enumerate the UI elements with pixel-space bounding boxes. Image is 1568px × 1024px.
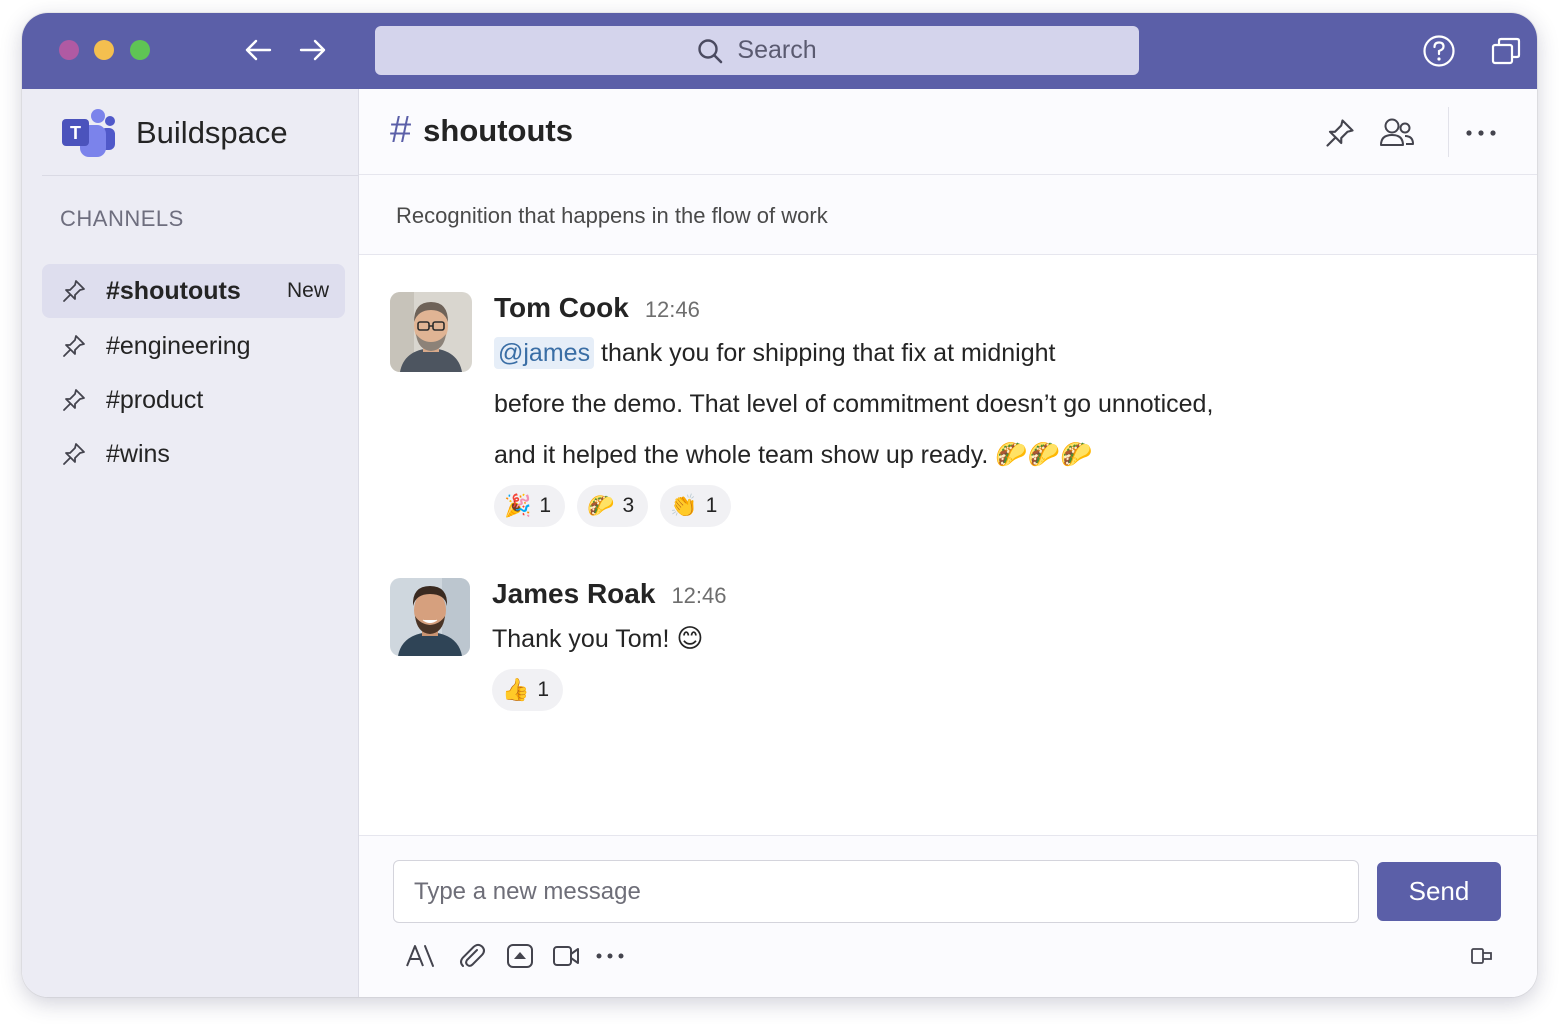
message-author[interactable]: Tom Cook: [494, 292, 629, 324]
help-button[interactable]: [1421, 33, 1457, 69]
composer: Send: [359, 835, 1537, 997]
taco-emoji-icon: 🌮: [587, 493, 615, 519]
message-body: James Roak 12:46 Thank you Tom! 😊 👍 1: [492, 578, 727, 711]
reaction-clap[interactable]: 👏 1: [660, 485, 732, 527]
message-text: and it helped the whole team show up rea…: [494, 441, 989, 469]
search-bar[interactable]: Search: [375, 26, 1139, 75]
header-divider: [1448, 107, 1449, 157]
pin-icon: [62, 279, 86, 303]
channel-header: # shoutouts: [359, 89, 1537, 175]
channel-label: #shoutouts: [106, 276, 241, 305]
more-icon: [596, 953, 624, 959]
channel-label: #wins: [106, 439, 170, 468]
more-tools-button[interactable]: [593, 939, 627, 973]
sidebar-item-shoutouts[interactable]: #shoutouts New: [42, 264, 345, 318]
reaction-party[interactable]: 🎉 1: [494, 485, 566, 527]
participants-button[interactable]: [1379, 115, 1415, 151]
pin-icon: [62, 388, 86, 412]
channel-description: Recognition that happens in the flow of …: [396, 203, 828, 228]
sidebar-item-wins[interactable]: #wins: [42, 427, 345, 481]
search-icon: [698, 38, 723, 63]
popout-icon: [1491, 37, 1521, 65]
forward-button[interactable]: [296, 33, 330, 67]
message-time: 12:46: [671, 583, 727, 608]
party-emoji-icon: 🎉: [504, 493, 532, 519]
sidebar-item-engineering[interactable]: #engineering: [42, 319, 345, 373]
reaction-count: 1: [539, 494, 552, 517]
teams-logo-icon: T: [62, 109, 115, 157]
people-icon: [1380, 118, 1414, 146]
channel-label: #product: [106, 385, 204, 414]
channel-description-bar: Recognition that happens in the flow of …: [359, 175, 1537, 255]
window-close-button[interactable]: [59, 40, 79, 60]
main-pane: # shoutouts Recognition that happens in …: [359, 89, 1537, 997]
pin-icon: [62, 442, 86, 466]
window-minimize-button[interactable]: [94, 40, 114, 60]
back-button[interactable]: [241, 33, 275, 67]
attach-button[interactable]: [455, 939, 489, 973]
pin-button[interactable]: [1322, 115, 1358, 151]
svg-text:T: T: [70, 123, 81, 143]
format-icon: [406, 945, 434, 967]
reaction-count: 1: [705, 494, 718, 517]
sidebar-divider: [42, 175, 358, 176]
message-input[interactable]: [393, 860, 1359, 923]
format-button[interactable]: [403, 939, 437, 973]
pin-icon: [62, 334, 86, 358]
extension-button[interactable]: [1465, 939, 1499, 973]
send-button[interactable]: Send: [1377, 862, 1501, 921]
new-badge: New: [286, 279, 329, 302]
reaction-thumbs-up[interactable]: 👍 1: [492, 669, 564, 711]
message-text-line: before the demo. That level of commitmen…: [494, 390, 1214, 418]
reaction-count: 1: [537, 678, 550, 701]
reactions: 👍 1: [492, 669, 727, 711]
pin-icon: [1326, 119, 1354, 147]
sticker-icon: [507, 944, 533, 968]
taco-emojis: 🌮🌮🌮: [995, 440, 1093, 470]
more-icon: [1466, 130, 1496, 136]
channel-label: #engineering: [106, 331, 251, 360]
reaction-count: 3: [622, 494, 635, 517]
channels-heading: CHANNELS: [60, 206, 184, 231]
workspace-name: Buildspace: [136, 115, 288, 150]
video-clip-icon: [553, 946, 579, 966]
hash-icon: #: [390, 109, 412, 151]
title-bar: Search: [22, 13, 1537, 89]
avatar: [390, 578, 470, 656]
sidebar: T Buildspace CHANNELS #shoutouts New #en…: [22, 89, 359, 997]
video-clip-button[interactable]: [549, 939, 583, 973]
attach-icon: [460, 943, 485, 967]
message-author[interactable]: James Roak: [492, 578, 655, 610]
mention-link[interactable]: @james: [494, 337, 595, 369]
smile-emoji-icon: 😊: [676, 624, 704, 654]
extension-icon: [1471, 948, 1492, 964]
more-options-button[interactable]: [1463, 115, 1499, 151]
thumbs-up-emoji-icon: 👍: [502, 677, 530, 703]
message-text: thank you for shipping that fix at midni…: [601, 339, 1056, 367]
popout-button[interactable]: [1488, 33, 1524, 69]
message-time: 12:46: [644, 297, 700, 322]
message-text-line: @james thank you for shipping that fix a…: [494, 328, 1213, 379]
message-text: Thank you Tom!: [492, 625, 670, 653]
arrow-left-icon: [245, 39, 272, 61]
message-text-line: and it helped the whole team show up rea…: [494, 430, 1213, 481]
page-title: shoutouts: [423, 112, 573, 148]
channel-title: # shoutouts: [390, 109, 573, 152]
help-icon: [1423, 35, 1455, 67]
brand: T Buildspace: [60, 105, 288, 161]
arrow-right-icon: [299, 39, 326, 61]
message-text-line: Thank you Tom! 😊: [492, 614, 727, 665]
sticker-button[interactable]: [503, 939, 537, 973]
clap-emoji-icon: 👏: [670, 493, 698, 519]
sidebar-item-product[interactable]: #product: [42, 373, 345, 427]
window-maximize-button[interactable]: [130, 40, 150, 60]
reactions: 🎉 1 🌮 3 👏 1: [494, 485, 1213, 527]
app-window: Search T Buildspace CHANNELS #shoutouts …: [22, 13, 1537, 997]
avatar: [390, 292, 472, 372]
message-body: Tom Cook 12:46 @james thank you for ship…: [494, 292, 1213, 527]
search-placeholder: Search: [737, 36, 817, 64]
reaction-taco[interactable]: 🌮 3: [577, 485, 649, 527]
